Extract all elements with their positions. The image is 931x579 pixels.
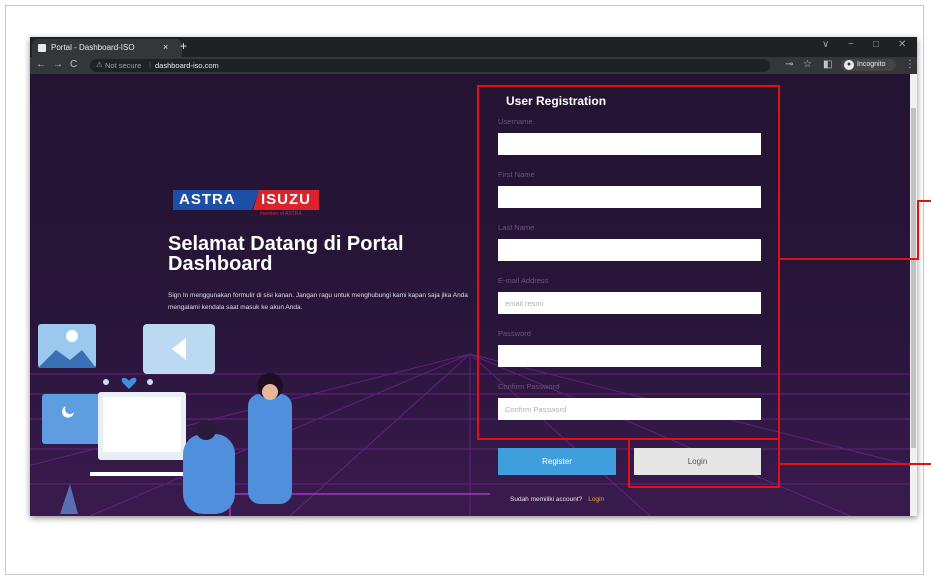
heart-icon bbox=[121, 377, 137, 389]
back-icon[interactable]: ← bbox=[36, 59, 46, 70]
close-tab-icon[interactable]: × bbox=[163, 42, 168, 52]
reload-icon[interactable]: C bbox=[70, 59, 77, 70]
key-icon[interactable]: ⊸ bbox=[785, 59, 793, 70]
tab-bar: Portal - Dashboard-ISO × + ∨ − □ ✕ bbox=[30, 37, 917, 57]
forward-icon[interactable]: → bbox=[53, 59, 63, 70]
person-sitting-icon bbox=[183, 434, 235, 514]
form-callout-line bbox=[780, 258, 919, 260]
form-callout-line-vertical bbox=[917, 200, 919, 260]
scrollbar[interactable] bbox=[910, 74, 917, 516]
security-label: Not secure bbox=[105, 61, 142, 70]
menu-kebab-icon[interactable]: ⋮ bbox=[905, 59, 915, 70]
warning-icon: ⚠ bbox=[96, 60, 103, 69]
minimize-icon[interactable]: − bbox=[848, 39, 854, 50]
welcome-title: Selamat Datang di Portal Dashboard bbox=[168, 233, 404, 275]
login-highlight-box bbox=[628, 438, 780, 488]
new-tab-icon[interactable]: + bbox=[180, 39, 187, 53]
brand-astra: ASTRA bbox=[173, 190, 259, 210]
browser-tab[interactable]: Portal - Dashboard-ISO × bbox=[32, 39, 182, 57]
tab-title: Portal - Dashboard-ISO bbox=[51, 43, 135, 52]
form-highlight-box bbox=[477, 85, 780, 440]
brand-isuzu: ISUZU bbox=[253, 190, 319, 210]
address-bar[interactable]: ⚠ Not secure | dashboard-iso.com bbox=[90, 59, 770, 72]
address-separator: | bbox=[149, 60, 151, 69]
brand-logo: ASTRA ISUZU bbox=[173, 190, 319, 210]
login-callout-line bbox=[780, 463, 931, 465]
brand-subtitle: member of ASTRA bbox=[260, 211, 302, 217]
incognito-label: Incognito bbox=[857, 61, 886, 68]
close-window-icon[interactable]: ✕ bbox=[898, 39, 906, 50]
url-text: dashboard-iso.com bbox=[155, 61, 219, 70]
login-link[interactable]: Login bbox=[588, 496, 604, 503]
already-text: Sudah memiliki account? bbox=[510, 496, 583, 503]
person-standing-icon bbox=[248, 394, 292, 504]
welcome-description: Sign In menggunakan formulir di sisi kan… bbox=[168, 292, 468, 311]
maximize-icon[interactable]: □ bbox=[873, 39, 879, 50]
already-have-account: Sudah memiliki account? Login bbox=[510, 496, 604, 503]
form-callout-line-top bbox=[917, 200, 931, 202]
browser-toolbar: ← → C ⚠ Not secure | dashboard-iso.com ⊸… bbox=[30, 57, 917, 74]
scrollbar-thumb[interactable] bbox=[911, 108, 916, 448]
tab-search-icon[interactable]: ∨ bbox=[822, 39, 829, 50]
side-panel-icon[interactable]: ◧ bbox=[823, 59, 832, 70]
incognito-badge[interactable]: ● Incognito bbox=[841, 59, 896, 71]
night-card-icon bbox=[42, 394, 102, 444]
favicon-icon bbox=[38, 44, 46, 52]
browser-window: Portal - Dashboard-ISO × + ∨ − □ ✕ ← → C… bbox=[30, 37, 917, 516]
incognito-icon: ● bbox=[844, 60, 854, 70]
star-icon[interactable]: ☆ bbox=[803, 59, 812, 70]
register-button[interactable]: Register bbox=[498, 448, 616, 475]
